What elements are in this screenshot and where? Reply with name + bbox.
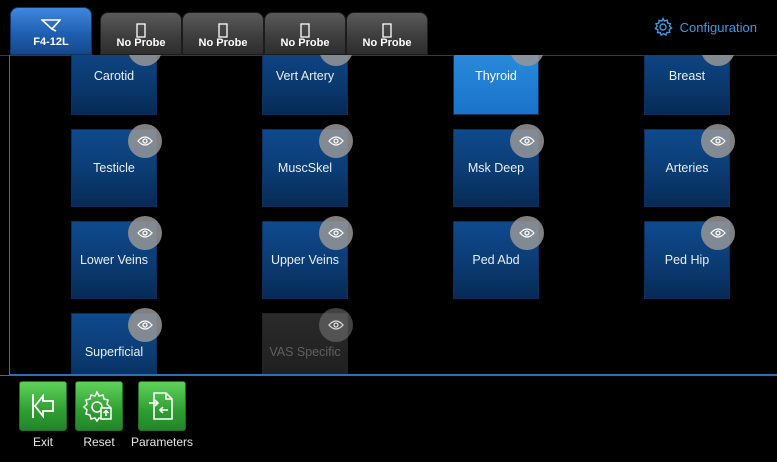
preset-testicle[interactable]: Testicle bbox=[71, 124, 162, 207]
preset-label: Lower Veins bbox=[79, 253, 149, 267]
preset-upper-veins[interactable]: Upper Veins bbox=[262, 216, 353, 299]
configuration-label: Configuration bbox=[679, 19, 757, 35]
eye-icon[interactable] bbox=[510, 55, 544, 66]
eye-icon[interactable] bbox=[701, 55, 735, 66]
preset-ped-abd[interactable]: Ped Abd bbox=[453, 216, 544, 299]
preset-arteries[interactable]: Arteries bbox=[644, 124, 735, 207]
preset-label: Breast bbox=[668, 69, 706, 83]
parameters-label: Parameters bbox=[130, 435, 194, 449]
preset-breast[interactable]: Breast bbox=[644, 55, 735, 115]
tab-no-probe-3[interactable]: No Probe bbox=[264, 12, 346, 55]
tab-probe-f4-12l[interactable]: F4-12L bbox=[10, 7, 92, 55]
toolbar-divider bbox=[0, 375, 777, 376]
gear-icon bbox=[653, 17, 673, 37]
empty-probe-icon bbox=[218, 23, 228, 38]
configuration-button[interactable]: Configuration bbox=[653, 16, 757, 38]
preset-label: VAS Specific bbox=[269, 345, 341, 359]
preset-carotid[interactable]: Carotid bbox=[71, 55, 162, 115]
preset-ped-hip[interactable]: Ped Hip bbox=[644, 216, 735, 299]
empty-probe-icon bbox=[136, 23, 146, 38]
preset-lower-veins[interactable]: Lower Veins bbox=[71, 216, 162, 299]
preset-label: Arteries bbox=[665, 161, 709, 175]
probe-tabs: F4-12L No Probe No Probe No Probe No Pro… bbox=[10, 7, 430, 55]
preset-label: Ped Abd bbox=[472, 253, 520, 267]
reset-gear-icon bbox=[82, 390, 112, 423]
parameters-icon bbox=[149, 392, 173, 420]
tab-no-probe-1[interactable]: No Probe bbox=[100, 12, 182, 55]
eye-icon[interactable] bbox=[701, 216, 735, 250]
exit-icon bbox=[32, 393, 54, 419]
eye-icon[interactable] bbox=[319, 55, 353, 66]
preset-label: Ped Hip bbox=[664, 253, 710, 267]
tab-label: No Probe bbox=[116, 37, 166, 49]
preset-panel: Carotid Vert Artery Thyroid Breast Testi… bbox=[9, 55, 777, 375]
preset-label: Upper Veins bbox=[270, 253, 340, 267]
preset-vas-specific: VAS Specific bbox=[262, 308, 353, 374]
parameters-tool: Parameters bbox=[130, 381, 194, 449]
eye-icon[interactable] bbox=[510, 216, 544, 250]
reset-label: Reset bbox=[83, 435, 115, 449]
preset-msk-deep[interactable]: Msk Deep bbox=[453, 124, 544, 207]
eye-icon[interactable] bbox=[128, 55, 162, 66]
preset-label: Testicle bbox=[93, 161, 135, 175]
tab-no-probe-4[interactable]: No Probe bbox=[346, 12, 428, 55]
tab-label: No Probe bbox=[362, 37, 412, 49]
preset-label: Vert Artery bbox=[275, 69, 335, 83]
reset-tool: Reset bbox=[67, 381, 131, 449]
preset-label: Thyroid bbox=[475, 69, 517, 83]
preset-vert-artery[interactable]: Vert Artery bbox=[262, 55, 353, 115]
parameters-button[interactable] bbox=[138, 381, 186, 431]
empty-probe-icon bbox=[300, 23, 310, 38]
tab-label: No Probe bbox=[280, 37, 330, 49]
exit-label: Exit bbox=[32, 435, 53, 449]
eye-icon[interactable] bbox=[128, 308, 162, 342]
exit-button[interactable] bbox=[19, 381, 67, 431]
tab-no-probe-2[interactable]: No Probe bbox=[182, 12, 264, 55]
eye-icon[interactable] bbox=[510, 124, 544, 158]
eye-icon[interactable] bbox=[319, 216, 353, 250]
preset-thyroid[interactable]: Thyroid bbox=[453, 55, 544, 115]
preset-muscskel[interactable]: MuscSkel bbox=[262, 124, 353, 207]
preset-superficial[interactable]: Superficial bbox=[71, 308, 162, 374]
reset-button[interactable] bbox=[75, 381, 123, 431]
tab-label: F4-12L bbox=[33, 36, 69, 48]
eye-icon[interactable] bbox=[701, 124, 735, 158]
eye-icon[interactable] bbox=[128, 124, 162, 158]
empty-probe-icon bbox=[382, 23, 392, 38]
linear-probe-icon bbox=[41, 19, 61, 32]
exit-tool: Exit bbox=[11, 381, 75, 449]
preset-label: Msk Deep bbox=[467, 161, 525, 175]
preset-label: Carotid bbox=[93, 69, 135, 83]
preset-label: Superficial bbox=[84, 345, 144, 359]
preset-label: MuscSkel bbox=[277, 161, 333, 175]
eye-icon bbox=[319, 308, 353, 342]
eye-icon[interactable] bbox=[319, 124, 353, 158]
eye-icon[interactable] bbox=[128, 216, 162, 250]
tab-label: No Probe bbox=[198, 37, 248, 49]
